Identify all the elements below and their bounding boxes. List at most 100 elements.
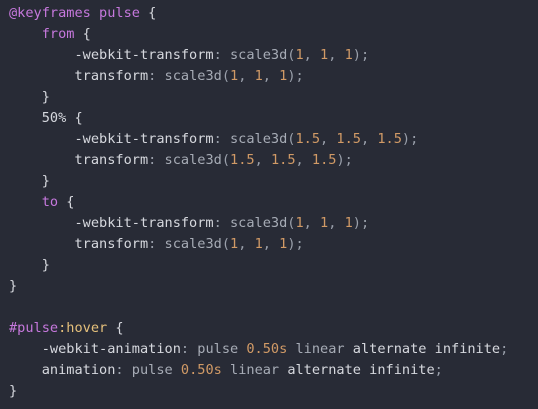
code-line: animation: pulse 0.50s linear alternate … bbox=[9, 360, 538, 381]
code-token: 1 bbox=[230, 68, 239, 84]
code-token: { bbox=[139, 5, 157, 21]
code-token: 1 bbox=[320, 47, 329, 63]
code-token: ( bbox=[221, 152, 231, 168]
code-token: ( bbox=[221, 68, 231, 84]
code-line: } bbox=[9, 255, 538, 276]
code-token: ); bbox=[287, 236, 304, 252]
code-token: scale3d bbox=[164, 152, 222, 168]
code-token: 1 bbox=[230, 236, 239, 252]
code-token: 1 bbox=[344, 47, 353, 63]
code-token: scale3d bbox=[164, 68, 222, 84]
code-token: , bbox=[303, 215, 321, 231]
code-token: #pulse bbox=[9, 320, 59, 336]
code-token: : bbox=[148, 68, 165, 84]
code-line: to { bbox=[9, 192, 538, 213]
code-token: scale3d bbox=[230, 215, 288, 231]
code-token: to bbox=[41, 194, 59, 210]
code-token: , bbox=[320, 131, 337, 147]
code-line: 50% { bbox=[9, 108, 538, 129]
code-line: } bbox=[9, 381, 538, 402]
code-token: pulse bbox=[197, 341, 239, 357]
code-token: : bbox=[148, 152, 165, 168]
code-token: linear bbox=[230, 362, 280, 378]
code-token: infinite bbox=[369, 362, 435, 378]
code-token: ); bbox=[287, 68, 304, 84]
code-token: 1.5 bbox=[295, 131, 321, 147]
code-line: } bbox=[9, 171, 538, 192]
code-token: , bbox=[238, 68, 255, 84]
code-token: , bbox=[238, 236, 255, 252]
code-token: } bbox=[9, 89, 50, 105]
code-token: : bbox=[115, 362, 132, 378]
code-token: { bbox=[107, 320, 124, 336]
code-token: , bbox=[360, 131, 378, 147]
code-token: -webkit-transform bbox=[74, 47, 214, 63]
code-token: ; bbox=[434, 362, 443, 378]
code-token: animation bbox=[41, 362, 116, 378]
code-line: -webkit-transform: scale3d(1.5, 1.5, 1.5… bbox=[9, 129, 538, 150]
code-line: #pulse:hover { bbox=[9, 318, 538, 339]
code-line: -webkit-transform: scale3d(1, 1, 1); bbox=[9, 45, 538, 66]
code-token: pulse bbox=[99, 5, 140, 21]
code-token: 1 bbox=[295, 47, 304, 63]
code-token: : bbox=[148, 236, 165, 252]
code-token: ); bbox=[352, 215, 370, 231]
code-token: 1 bbox=[295, 215, 304, 231]
code-editor[interactable]: @keyframes pulse { from { -webkit-transf… bbox=[0, 0, 538, 409]
code-token: { bbox=[74, 26, 91, 42]
code-token: } bbox=[9, 173, 50, 189]
code-token: linear bbox=[295, 341, 345, 357]
code-token: transform bbox=[74, 68, 149, 84]
code-token: , bbox=[262, 68, 280, 84]
code-token: -webkit-transform bbox=[74, 215, 214, 231]
code-token: infinite bbox=[434, 341, 501, 357]
code-token: : bbox=[180, 341, 198, 357]
code-token: ); bbox=[352, 47, 370, 63]
code-token: , bbox=[328, 47, 345, 63]
code-token: 1 bbox=[344, 215, 353, 231]
code-token: pulse bbox=[131, 362, 173, 378]
code-token: : bbox=[213, 215, 230, 231]
code-token: scale3d bbox=[230, 47, 288, 63]
code-token: , bbox=[262, 236, 280, 252]
code-token: alternate bbox=[352, 341, 427, 357]
code-token: { bbox=[58, 194, 75, 210]
code-token: scale3d bbox=[230, 131, 288, 147]
code-token: 1 bbox=[254, 68, 263, 84]
code-token: from bbox=[41, 26, 75, 42]
code-token: :hover bbox=[58, 320, 108, 336]
code-token: } bbox=[9, 278, 18, 294]
code-token: } bbox=[9, 257, 50, 273]
code-token: transform bbox=[74, 236, 149, 252]
code-token: } bbox=[9, 383, 18, 399]
code-line: transform: scale3d(1.5, 1.5, 1.5); bbox=[9, 150, 538, 171]
code-token: : bbox=[213, 131, 230, 147]
code-line: -webkit-animation: pulse 0.50s linear al… bbox=[9, 339, 538, 360]
code-token: 1 bbox=[254, 236, 263, 252]
code-token: ); bbox=[336, 152, 353, 168]
code-token: , bbox=[303, 47, 321, 63]
code-line: } bbox=[9, 276, 538, 297]
code-line: transform: scale3d(1, 1, 1); bbox=[9, 66, 538, 87]
code-token: -webkit-animation bbox=[41, 341, 181, 357]
code-token: 1.5 bbox=[377, 131, 402, 147]
code-token: 0.50s bbox=[180, 362, 222, 378]
code-token: 50% bbox=[41, 110, 67, 126]
code-token: , bbox=[295, 152, 312, 168]
code-token: : bbox=[213, 47, 230, 63]
code-token: 1.5 bbox=[311, 152, 337, 168]
code-token: alternate bbox=[287, 362, 361, 378]
code-token: -webkit-transform bbox=[74, 131, 214, 147]
